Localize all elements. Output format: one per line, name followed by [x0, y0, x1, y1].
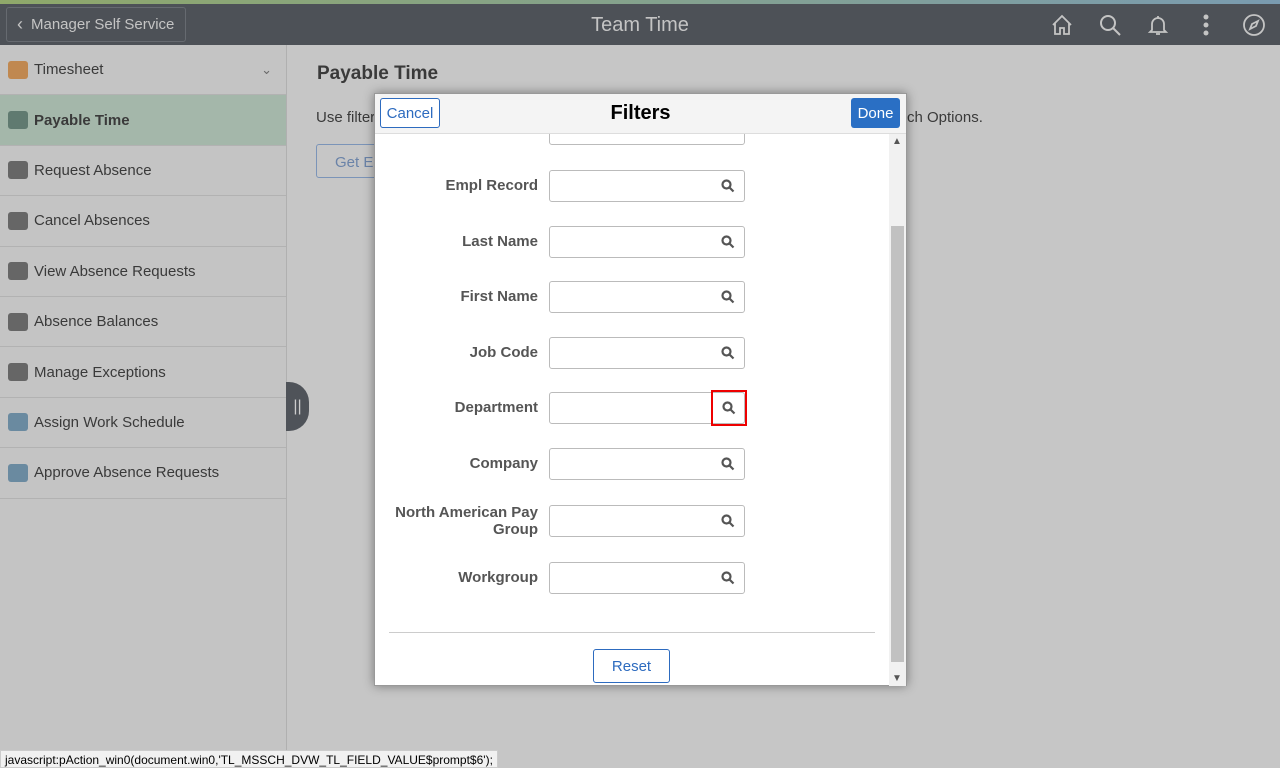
scroll-down-icon[interactable]: ▼: [892, 673, 902, 684]
timesheet-icon: [8, 60, 28, 79]
briefcase-calendar-icon: [8, 262, 28, 281]
modal-title: Filters: [610, 102, 671, 124]
field-label: North American Pay Group: [395, 504, 538, 538]
filters-modal: Cancel Filters Done Reset Empl Record Las…: [374, 93, 907, 686]
field-label: Job Code: [469, 344, 538, 361]
description-text-end: rch Options.: [902, 109, 983, 126]
modal-scrollbar[interactable]: ▲ ▼: [889, 134, 906, 686]
sidebar-item-label: Cancel Absences: [34, 212, 150, 230]
field-input[interactable]: [549, 170, 745, 202]
status-bar: javascript:pAction_win0(document.win0,'T…: [0, 750, 498, 768]
briefcase-icon: [8, 161, 28, 180]
compass-icon[interactable]: [1238, 10, 1270, 40]
home-icon[interactable]: [1046, 10, 1078, 40]
sidebar-item-label: Payable Time: [34, 111, 130, 129]
sidebar-item-label: View Absence Requests: [34, 262, 196, 280]
field-label: Department: [454, 399, 538, 416]
field-input[interactable]: [549, 562, 745, 594]
field-label: Company: [469, 455, 538, 472]
field-input[interactable]: [549, 337, 745, 369]
sidebar-item[interactable]: Approve Absence Requests: [0, 448, 286, 499]
field-input[interactable]: [549, 448, 745, 480]
schedule-approve-icon: [8, 463, 28, 482]
sidebar-collapse-handle[interactable]: ||: [286, 382, 309, 431]
lookup-search-icon[interactable]: [714, 172, 742, 200]
lookup-search-icon[interactable]: [714, 228, 742, 256]
schedule-icon: [8, 413, 28, 432]
lookup-search-icon[interactable]: [714, 564, 742, 592]
briefcase-cancel-icon: [8, 211, 28, 230]
sidebar-item[interactable]: Manage Exceptions: [0, 347, 286, 398]
description-text: Use filter: [316, 109, 376, 126]
sidebar-item[interactable]: Absence Balances: [0, 297, 286, 348]
field-label: Empl Record: [445, 177, 538, 194]
more-vertical-icon[interactable]: [1190, 10, 1222, 40]
lookup-search-icon[interactable]: [714, 339, 742, 367]
done-button[interactable]: Done: [851, 98, 900, 128]
field-input[interactable]: [549, 505, 745, 537]
employee-id-input[interactable]: [549, 134, 745, 145]
briefcase-balance-icon: [8, 312, 28, 331]
search-icon[interactable]: [1094, 10, 1126, 40]
clock-exception-icon: [8, 363, 28, 382]
field-input[interactable]: [549, 281, 745, 313]
clock-money-icon: [8, 111, 28, 130]
sidebar-item[interactable]: Assign Work Schedule: [0, 398, 286, 449]
field-label: Last Name: [462, 233, 538, 250]
scroll-thumb[interactable]: [891, 226, 904, 662]
sidebar-item[interactable]: Cancel Absences: [0, 196, 286, 247]
field-input[interactable]: [549, 226, 745, 258]
reset-button[interactable]: Reset: [593, 649, 670, 683]
divider: [389, 632, 875, 633]
sidebar-item-label: Absence Balances: [34, 313, 159, 331]
lookup-search-icon[interactable]: [714, 507, 742, 535]
chevron-down-icon[interactable]: ⌄: [261, 62, 272, 78]
sidebar-item-label: Request Absence: [34, 161, 152, 179]
sidebar-item-label: Approve Absence Requests: [34, 464, 220, 482]
field-input[interactable]: [549, 390, 747, 426]
field-label: First Name: [460, 288, 538, 305]
scroll-up-icon[interactable]: ▲: [892, 136, 902, 147]
bell-icon[interactable]: [1142, 10, 1174, 40]
sidebar-item[interactable]: Timesheet ⌄: [0, 45, 286, 96]
sidebar-item[interactable]: Request Absence: [0, 146, 286, 197]
sidebar-item[interactable]: Payable Time: [0, 95, 286, 146]
app-header: ‹ Manager Self Service Team Time: [0, 4, 1280, 45]
sidebar-item-label: Timesheet: [34, 61, 104, 79]
page-title: Payable Time: [317, 63, 439, 84]
sidebar: Timesheet ⌄ Payable Time Request Absence Can…: [0, 45, 287, 750]
lookup-search-icon[interactable]: [714, 283, 742, 311]
lookup-search-icon[interactable]: [714, 450, 742, 478]
lookup-search-icon[interactable]: [711, 390, 747, 426]
sidebar-item-label: Manage Exceptions: [34, 363, 166, 381]
sidebar-item[interactable]: View Absence Requests: [0, 247, 286, 297]
field-label: Workgroup: [458, 569, 538, 586]
sidebar-item-label: Assign Work Schedule: [34, 413, 185, 431]
